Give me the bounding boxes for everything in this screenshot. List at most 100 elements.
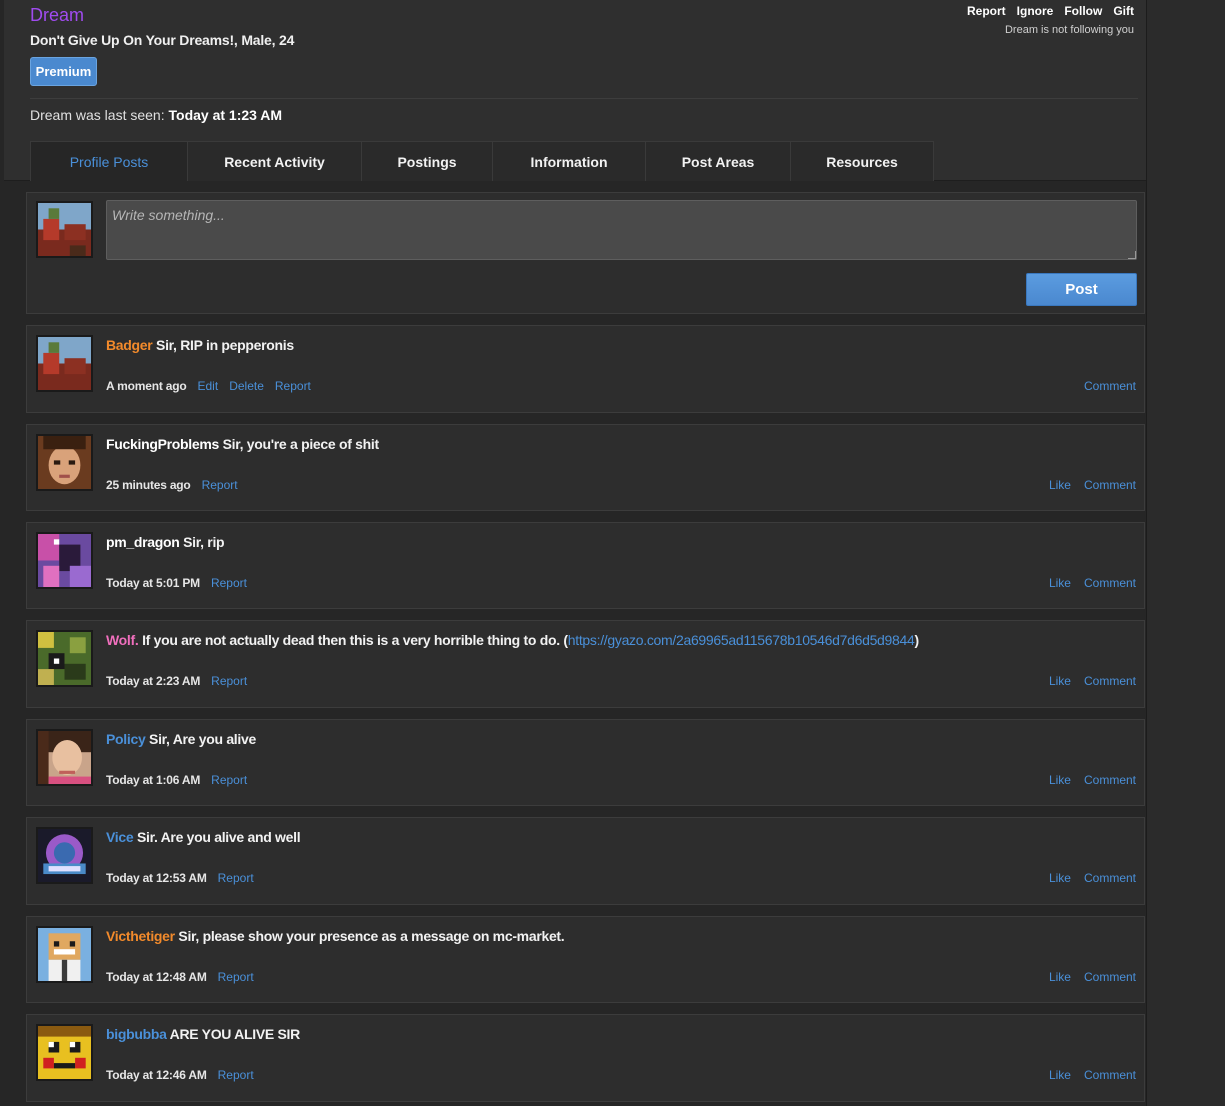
textarea-resize-handle[interactable] xyxy=(1128,251,1136,259)
tab-profile-posts[interactable]: Profile Posts xyxy=(30,141,188,181)
delete-link[interactable]: Delete xyxy=(229,379,264,393)
last-seen-value: Today at 1:23 AM xyxy=(168,107,283,123)
comment-link[interactable]: Comment xyxy=(1084,674,1136,688)
like-link[interactable]: Like xyxy=(1049,1068,1071,1082)
post-meta: Today at 5:01 PM Report xyxy=(106,576,247,590)
like-link[interactable]: Like xyxy=(1049,871,1071,885)
author-avatar[interactable] xyxy=(36,630,93,687)
like-link[interactable]: Like xyxy=(1049,478,1071,492)
comment-link[interactable]: Comment xyxy=(1084,871,1136,885)
tab-information[interactable]: Information xyxy=(492,141,646,181)
post-content: Victhetiger Sir, please show your presen… xyxy=(106,928,565,944)
ignore-user-link[interactable]: Ignore xyxy=(1017,4,1054,18)
report-link[interactable]: Report xyxy=(275,379,311,393)
post-content: FuckingProblems Sir, you're a piece of s… xyxy=(106,436,379,452)
post-meta: Today at 2:23 AM Report xyxy=(106,674,247,688)
follow-status: Dream is not following you xyxy=(1004,24,1134,36)
author-avatar[interactable] xyxy=(36,335,93,392)
post-content: Policy Sir, Are you alive xyxy=(106,731,256,747)
comment-link[interactable]: Comment xyxy=(1084,970,1136,984)
profile-post: bigbubba ARE YOU ALIVE SIR Today at 12:4… xyxy=(26,1014,1145,1102)
post-timestamp[interactable]: Today at 5:01 PM xyxy=(106,576,200,590)
follow-user-link[interactable]: Follow xyxy=(1064,4,1102,18)
tab-recent-activity[interactable]: Recent Activity xyxy=(187,141,362,181)
report-link[interactable]: Report xyxy=(202,478,238,492)
profile-username[interactable]: Dream xyxy=(30,5,84,26)
post-author[interactable]: Victhetiger xyxy=(106,928,175,944)
post-content: Badger Sir, RIP in pepperonis xyxy=(106,337,294,353)
author-avatar[interactable] xyxy=(36,827,93,884)
report-link[interactable]: Report xyxy=(211,674,247,688)
tab-resources[interactable]: Resources xyxy=(790,141,934,181)
post-author[interactable]: Badger xyxy=(106,337,153,353)
post-meta: Today at 12:46 AM Report xyxy=(106,1068,254,1082)
profile-post: Wolf. If you are not actually dead then … xyxy=(26,620,1145,708)
report-link[interactable]: Report xyxy=(211,773,247,787)
profile-tabs: Profile Posts Recent Activity Postings I… xyxy=(30,141,934,181)
post-text: Sir, RIP in pepperonis xyxy=(156,337,294,353)
write-something-input[interactable] xyxy=(106,200,1137,260)
post-timestamp[interactable]: Today at 12:46 AM xyxy=(106,1068,207,1082)
post-timestamp[interactable]: Today at 1:06 AM xyxy=(106,773,200,787)
post-author[interactable]: FuckingProblems xyxy=(106,436,219,452)
report-link[interactable]: Report xyxy=(218,970,254,984)
post-content: pm_dragon Sir, rip xyxy=(106,534,225,550)
post-actions: Like Comment xyxy=(1049,576,1136,590)
like-link[interactable]: Like xyxy=(1049,773,1071,787)
profile-post: pm_dragon Sir, rip Today at 5:01 PM Repo… xyxy=(26,522,1145,609)
author-avatar[interactable] xyxy=(36,434,93,491)
like-link[interactable]: Like xyxy=(1049,674,1071,688)
author-avatar[interactable] xyxy=(36,1024,93,1081)
profile-header: Dream Don't Give Up On Your Dreams!, Mal… xyxy=(4,0,1146,181)
post-author[interactable]: bigbubba xyxy=(106,1026,167,1042)
report-user-link[interactable]: Report xyxy=(967,4,1006,18)
post-author[interactable]: Vice xyxy=(106,829,134,845)
post-content: Wolf. If you are not actually dead then … xyxy=(106,632,919,648)
edit-link[interactable]: Edit xyxy=(198,379,219,393)
comment-link[interactable]: Comment xyxy=(1084,478,1136,492)
report-link[interactable]: Report xyxy=(218,1068,254,1082)
current-user-avatar[interactable] xyxy=(36,201,93,258)
header-divider xyxy=(30,98,1138,99)
like-link[interactable]: Like xyxy=(1049,970,1071,984)
profile-post: Victhetiger Sir, please show your presen… xyxy=(26,916,1145,1003)
author-avatar[interactable] xyxy=(36,532,93,589)
author-avatar[interactable] xyxy=(36,926,93,983)
post-content: Vice Sir. Are you alive and well xyxy=(106,829,301,845)
post-actions: Like Comment xyxy=(1049,773,1136,787)
comment-link[interactable]: Comment xyxy=(1084,1068,1136,1082)
author-avatar[interactable] xyxy=(36,729,93,786)
post-timestamp[interactable]: Today at 2:23 AM xyxy=(106,674,200,688)
post-actions: Like Comment xyxy=(1049,674,1136,688)
like-link[interactable]: Like xyxy=(1049,576,1071,590)
post-author[interactable]: Wolf. xyxy=(106,632,139,648)
post-text-suffix: ) xyxy=(914,632,920,648)
tab-postings[interactable]: Postings xyxy=(361,141,493,181)
post-meta: Today at 12:53 AM Report xyxy=(106,871,254,885)
post-timestamp[interactable]: Today at 12:48 AM xyxy=(106,970,207,984)
post-composer: Post xyxy=(26,192,1145,314)
profile-post: Badger Sir, RIP in pepperonis A moment a… xyxy=(26,325,1145,413)
post-button[interactable]: Post xyxy=(1026,273,1137,306)
post-timestamp[interactable]: 25 minutes ago xyxy=(106,478,191,492)
post-url-link[interactable]: https://gyazo.com/2a69965ad115678b10546d… xyxy=(568,632,915,648)
post-text: Sir, Are you alive xyxy=(149,731,256,747)
comment-link[interactable]: Comment xyxy=(1084,773,1136,787)
post-author[interactable]: pm_dragon xyxy=(106,534,180,550)
post-content: bigbubba ARE YOU ALIVE SIR xyxy=(106,1026,300,1042)
post-timestamp[interactable]: A moment ago xyxy=(106,379,187,393)
last-seen-label: Dream was last seen: xyxy=(30,107,165,123)
comment-link[interactable]: Comment xyxy=(1084,576,1136,590)
last-seen: Dream was last seen: Today at 1:23 AM xyxy=(30,107,282,123)
post-author[interactable]: Policy xyxy=(106,731,146,747)
post-text: If you are not actually dead then this i… xyxy=(142,632,568,648)
report-link[interactable]: Report xyxy=(218,871,254,885)
post-timestamp[interactable]: Today at 12:53 AM xyxy=(106,871,207,885)
post-text: Sir, please show your presence as a mess… xyxy=(178,928,565,944)
report-link[interactable]: Report xyxy=(211,576,247,590)
post-text: Sir, you're a piece of shit xyxy=(222,436,380,452)
tab-post-areas[interactable]: Post Areas xyxy=(645,141,791,181)
gift-user-link[interactable]: Gift xyxy=(1113,4,1134,18)
post-meta: Today at 1:06 AM Report xyxy=(106,773,247,787)
comment-link[interactable]: Comment xyxy=(1084,379,1136,393)
